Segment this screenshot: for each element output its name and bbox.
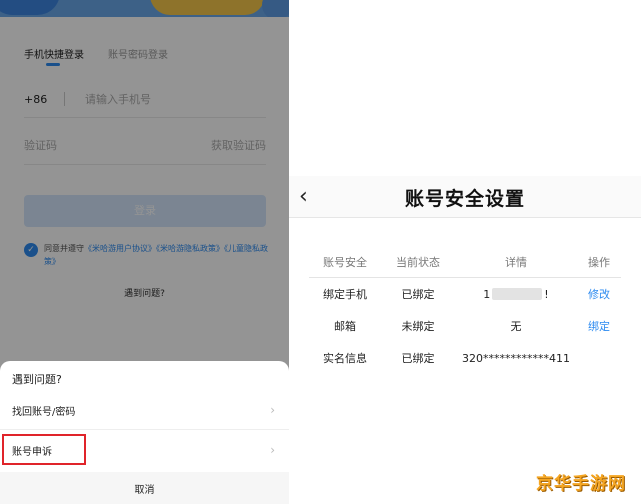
modify-phone-link[interactable]: 修改: [577, 286, 621, 302]
row-detail: 320************411: [462, 351, 570, 365]
sheet-item-label: 找回账号/密码: [12, 406, 76, 418]
row-item: 邮箱: [334, 320, 356, 333]
security-table: 账号安全 当前状态 详情 操作 绑定手机 已绑定 1 ! 修改 邮箱 未绑定 无…: [309, 246, 621, 374]
login-screen: 手机快捷登录 账号密码登录 +86 请输入手机号 验证码 获取验证码 登录 ✓ …: [0, 0, 289, 504]
chevron-right-icon: ›: [270, 403, 275, 417]
row-status: 已绑定: [401, 288, 435, 301]
column-header: 操作: [588, 255, 610, 269]
column-header: 当前状态: [396, 255, 440, 269]
page-title: 账号安全设置: [404, 188, 525, 210]
header: ‹ 账号安全设置: [289, 176, 641, 218]
watermark-logo: 京华手游网: [536, 474, 626, 494]
table-row: 绑定手机 已绑定 1 ! 修改: [309, 278, 621, 310]
divider: [0, 429, 289, 430]
security-settings-screen: ‹ 账号安全设置 账号安全 当前状态 详情 操作 绑定手机 已绑定 1 ! 修改…: [289, 0, 641, 504]
bind-email-link[interactable]: 绑定: [577, 318, 621, 334]
column-header: 账号安全: [323, 255, 367, 269]
row-detail: 无: [510, 320, 522, 333]
sheet-item-recover-account[interactable]: 找回账号/密码 ›: [0, 395, 289, 425]
row-detail: 1 !: [455, 288, 577, 301]
table-row: 实名信息 已绑定 320************411: [309, 342, 621, 374]
masked-value: [492, 288, 543, 300]
row-item: 实名信息: [323, 352, 367, 365]
table-header: 账号安全 当前状态 详情 操作: [309, 246, 621, 278]
column-header: 详情: [505, 255, 527, 269]
row-status: 未绑定: [401, 320, 435, 333]
detail-prefix: 1: [483, 287, 491, 301]
sheet-title: 遇到问题?: [12, 373, 62, 386]
row-item: 绑定手机: [323, 288, 367, 301]
detail-suffix: !: [544, 287, 549, 301]
highlight-box: [2, 434, 86, 465]
table-row: 邮箱 未绑定 无 绑定: [309, 310, 621, 342]
row-status: 已绑定: [401, 352, 435, 365]
chevron-right-icon: ›: [270, 443, 275, 457]
cancel-button[interactable]: 取消: [0, 481, 289, 496]
